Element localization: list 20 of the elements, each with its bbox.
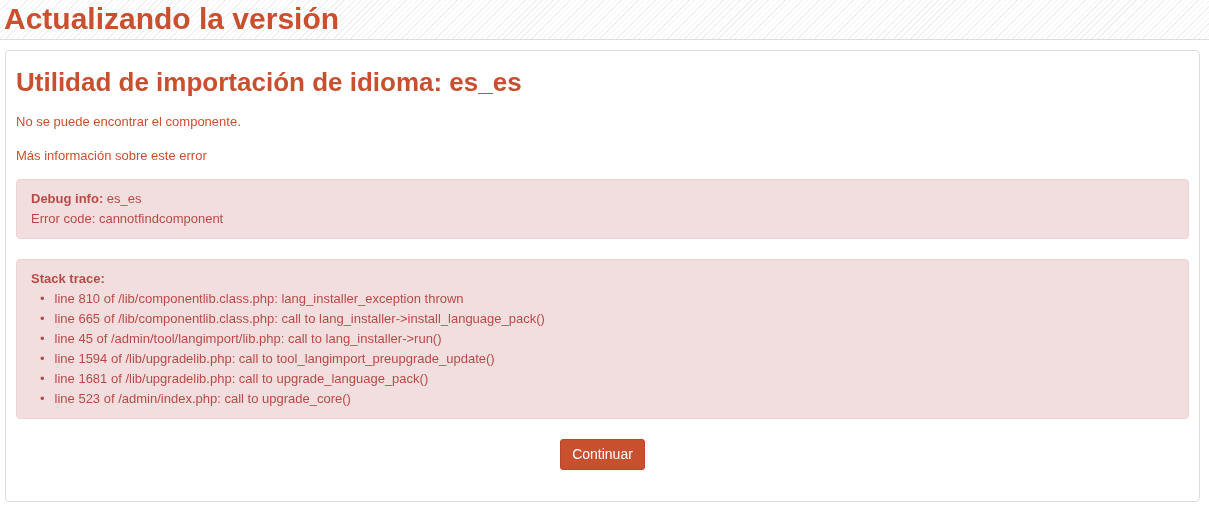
page-heading: Utilidad de importación de idioma: es_es [16, 67, 523, 99]
page-title: Actualizando la versión [4, 1, 341, 37]
stack-trace-line: line 523 of /admin/index.php: call to upgrade_core() [54, 390, 351, 409]
error-code-text: Error code: cannotfindcomponent [31, 210, 225, 229]
stack-trace-line: line 1681 of /lib/upgradelib.php: call to upgrade_language_pack() [54, 370, 429, 389]
list-bullet: • [40, 330, 45, 349]
list-bullet: • [40, 350, 45, 369]
list-bullet: • [40, 310, 45, 329]
continue-button[interactable]: Continuar [560, 439, 645, 471]
stack-trace-line: line 1594 of /lib/upgradelib.php: call to tool_langimport_preupgrade_update() [54, 350, 495, 369]
stack-trace-line: line 665 of /lib/componentlib.class.php: call to lang_installer->install_language_pack() [54, 310, 545, 329]
stack-trace-line: line 45 of /admin/tool/langimport/lib.php: call to lang_installer->run() [54, 330, 442, 349]
more-info-link[interactable]: Más información sobre este error [16, 147, 207, 163]
debug-info-text: Debug info: es_es [31, 190, 143, 209]
list-bullet: • [40, 290, 45, 309]
stack-trace-line: line 810 of /lib/componentlib.class.php: lang_installer_exception thrown [54, 290, 464, 309]
list-bullet: • [40, 390, 45, 409]
list-bullet: • [40, 370, 45, 389]
stack-trace-label: Stack trace: [31, 270, 106, 289]
error-message: No se puede encontrar el componente. [16, 113, 242, 132]
